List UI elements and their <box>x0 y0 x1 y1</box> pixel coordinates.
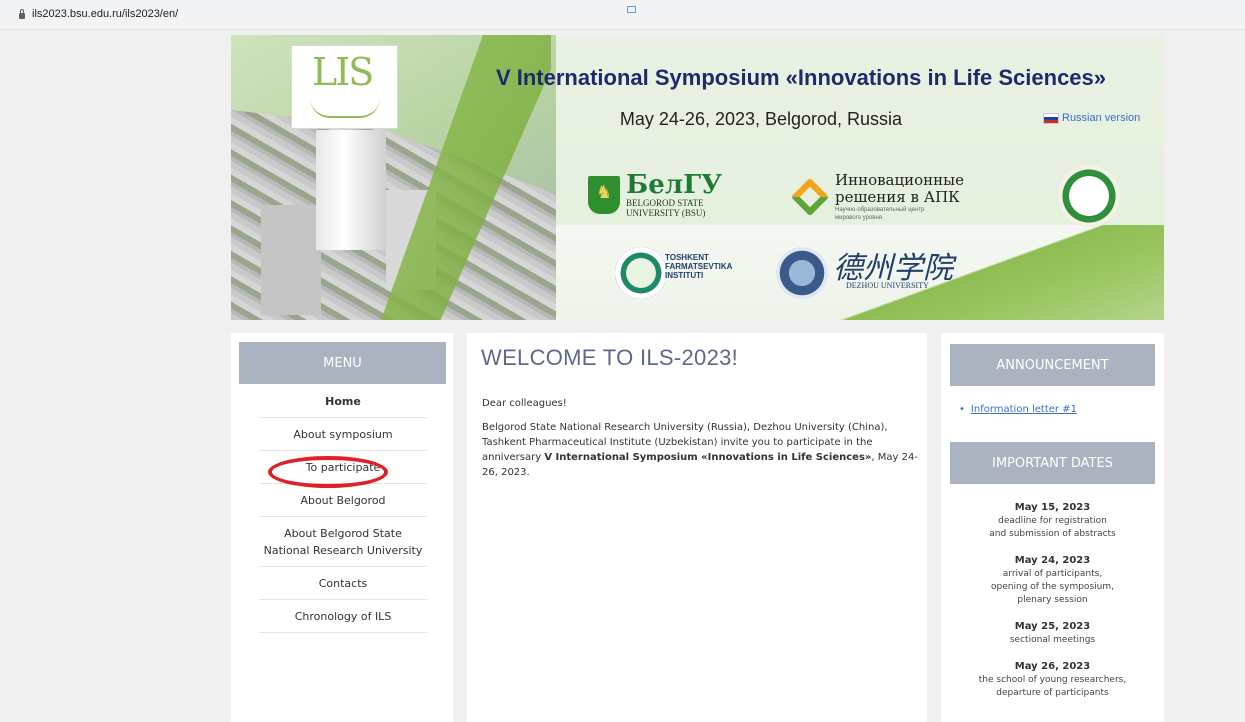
apk-logo-sub1: Научно-образовательный центр <box>835 207 925 213</box>
url-text[interactable]: ils2023.bsu.edu.ru/ils2023/en/ <box>32 8 178 20</box>
dezhou-seal-icon <box>776 247 828 299</box>
date-desc: opening of the symposium, <box>991 582 1114 592</box>
intro-symposium-name: V International Symposium «Innovations i… <box>544 452 872 463</box>
russian-version-label: Russian version <box>1062 112 1141 124</box>
ils-logo-text: LIS <box>312 50 374 94</box>
greeting-text: Dear colleagues! <box>482 398 567 409</box>
tpi-line2: FARMATSEVTIKA <box>665 262 733 271</box>
dezhou-latin-name: DEZHOU UNIVERSITY <box>846 281 929 290</box>
date-item: May 15, 2023 deadline for registration a… <box>941 500 1164 541</box>
announcement-header: ANNOUNCEMENT <box>950 344 1155 386</box>
apk-logo-sub2: мирового уровня <box>835 215 883 221</box>
date-title: May 25, 2023 <box>1014 621 1091 632</box>
apk-logo-line1: Инновационные <box>835 171 964 189</box>
site-banner: LIS V International Symposium «Innovatio… <box>231 35 1164 320</box>
date-item: May 25, 2023 sectional meetings <box>941 619 1164 647</box>
menu-header: MENU <box>239 342 446 384</box>
tab-indicator-icon <box>627 6 636 13</box>
sidebar-right: ANNOUNCEMENT Information letter #1 IMPOR… <box>941 333 1164 722</box>
date-desc: plenary session <box>1017 595 1088 605</box>
academy-seal-icon <box>1058 165 1120 227</box>
campus-building <box>316 130 386 250</box>
tpi-line1: TOSHKENT <box>665 253 709 262</box>
menu-list: Home About symposium To participate Abou… <box>259 385 427 633</box>
important-dates-header: IMPORTANT DATES <box>950 442 1155 484</box>
date-item: May 26, 2023 the school of young researc… <box>941 659 1164 700</box>
tpi-logo-text: TOSHKENT FARMATSEVTIKA INSTITUTI <box>665 253 732 280</box>
date-title: May 24, 2023 <box>1014 555 1091 566</box>
intro-paragraph: Belgorod State National Research Univers… <box>482 420 922 480</box>
important-dates-list: May 15, 2023 deadline for registration a… <box>941 500 1164 712</box>
menu-item-about-university[interactable]: About Belgorod State National Research U… <box>259 517 427 567</box>
apk-hexagon-icon <box>793 180 827 214</box>
menu-item-about-symposium[interactable]: About symposium <box>259 418 427 451</box>
apk-logo-line2: решения в АПК <box>835 188 960 206</box>
ils-logo[interactable]: LIS <box>291 45 398 129</box>
date-desc: deadline for registration <box>998 516 1107 526</box>
menu-item-contacts[interactable]: Contacts <box>259 567 427 600</box>
hand-icon <box>310 98 380 118</box>
lock-icon <box>19 9 25 19</box>
bsu-logo: БелГУ BELGOROD STATE UNIVERSITY (BSU) <box>588 172 722 218</box>
menu-item-chronology[interactable]: Chronology of ILS <box>259 600 427 633</box>
bsu-shield-icon <box>588 176 620 214</box>
symposium-title: V International Symposium «Innovations i… <box>495 65 1107 90</box>
symposium-date: May 24-26, 2023, Belgorod, Russia <box>619 109 903 129</box>
date-title: May 15, 2023 <box>1014 502 1091 513</box>
tpi-seal-icon <box>615 247 667 299</box>
tpi-line3: INSTITUTI <box>665 271 704 280</box>
apk-logo: Инновационные решения в АПК Научно-образ… <box>793 172 964 222</box>
menu-item-home[interactable]: Home <box>259 385 427 418</box>
date-desc: departure of participants <box>996 688 1109 698</box>
menu-item-about-belgorod[interactable]: About Belgorod <box>259 484 427 517</box>
date-desc: arrival of participants, <box>1002 569 1103 579</box>
date-desc: the school of young researchers, <box>978 675 1127 685</box>
menu-item-to-participate[interactable]: To participate <box>259 451 427 484</box>
bsu-logo-title: БелГУ <box>626 170 723 200</box>
main-content-panel: WELCOME TO ILS-2023! Dear colleagues! Be… <box>467 333 927 722</box>
date-desc: sectional meetings <box>1009 635 1096 645</box>
menu-panel: MENU Home About symposium To participate… <box>231 333 453 722</box>
information-letter-link[interactable]: Information letter #1 <box>959 404 1077 415</box>
russian-flag-icon <box>1043 112 1059 124</box>
date-desc: and submission of abstracts <box>989 529 1116 539</box>
page-title: WELCOME TO ILS-2023! <box>481 345 739 370</box>
date-item: May 24, 2023 arrival of participants, op… <box>941 553 1164 607</box>
bsu-logo-line2: UNIVERSITY (BSU) <box>626 208 706 218</box>
russian-version-link[interactable]: Russian version <box>1043 112 1140 124</box>
date-title: May 26, 2023 <box>1014 661 1091 672</box>
browser-address-bar[interactable]: ils2023.bsu.edu.ru/ils2023/en/ <box>0 0 1245 30</box>
